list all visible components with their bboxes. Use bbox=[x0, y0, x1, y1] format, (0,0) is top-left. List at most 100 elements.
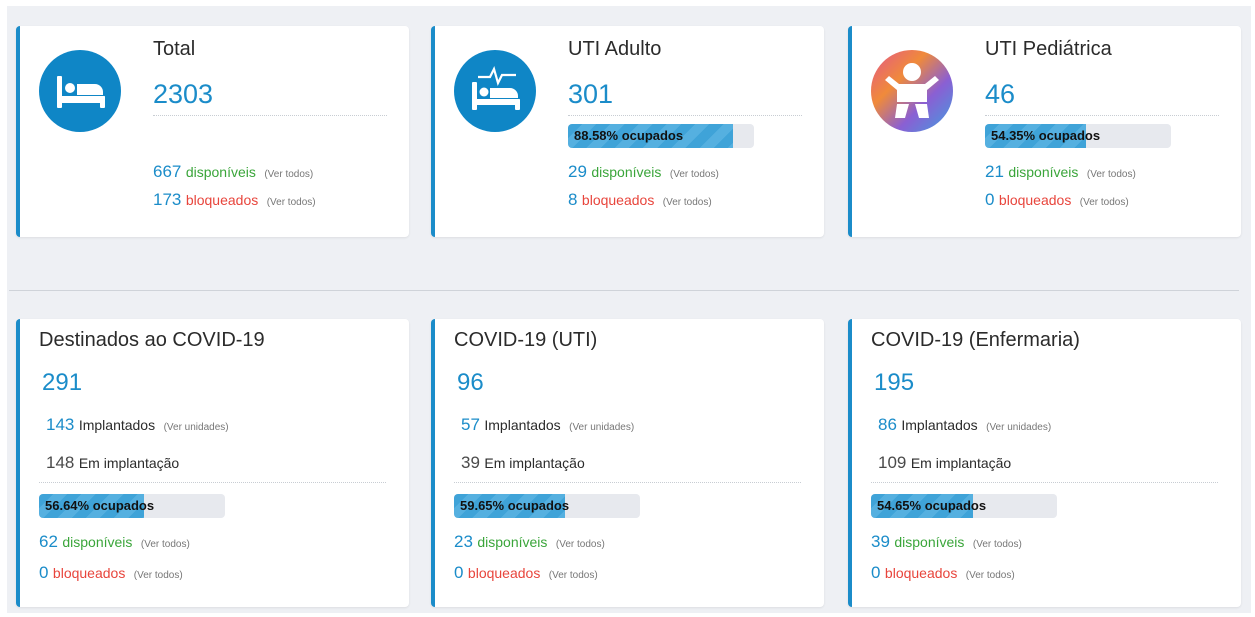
in-progress-count: 148 bbox=[46, 453, 75, 472]
divider bbox=[568, 115, 802, 116]
divider bbox=[871, 482, 1218, 483]
in-progress-label: Em implantação bbox=[910, 455, 1012, 471]
blocked-stat: 173 bloqueados (Ver todos) bbox=[153, 190, 316, 210]
blocked-label: bloqueados bbox=[998, 192, 1072, 208]
see-all-link[interactable]: (Ver todos) bbox=[134, 570, 183, 581]
implanted-stat: 57 Implantados (Ver unidades) bbox=[461, 415, 634, 435]
available-stat: 29 disponíveis (Ver todos) bbox=[568, 162, 719, 182]
blocked-count: 0 bbox=[871, 563, 881, 582]
see-units-link[interactable]: (Ver unidades) bbox=[986, 422, 1051, 433]
divider bbox=[985, 115, 1219, 116]
occupancy-label: 54.35% ocupados bbox=[991, 128, 1101, 143]
blocked-label: bloqueados bbox=[185, 192, 259, 208]
occupancy-label: 54.65% ocupados bbox=[877, 498, 987, 513]
implanted-stat: 86 Implantados (Ver unidades) bbox=[878, 415, 1051, 435]
card-uti-pediatrica: UTI Pediátrica 46 54.35% ocupados 21 dis… bbox=[848, 26, 1241, 237]
in-progress-stat: 109 Em implantação bbox=[878, 453, 1011, 473]
see-all-link[interactable]: (Ver todos) bbox=[670, 169, 719, 180]
blocked-label: bloqueados bbox=[581, 192, 655, 208]
available-count: 21 bbox=[985, 162, 1004, 181]
available-stat: 667 disponíveis (Ver todos) bbox=[153, 162, 313, 182]
available-label: disponíveis bbox=[62, 534, 133, 550]
card-title: UTI Pediátrica bbox=[985, 38, 1112, 60]
implanted-stat: 143 Implantados (Ver unidades) bbox=[46, 415, 229, 435]
card-title: COVID-19 (Enfermaria) bbox=[871, 329, 1080, 351]
blocked-stat: 0 bloqueados (Ver todos) bbox=[985, 190, 1129, 210]
card-covid-enfermaria: COVID-19 (Enfermaria) 195 86 Implantados… bbox=[848, 319, 1241, 607]
section-divider bbox=[9, 290, 1239, 291]
total-beds-count: 2303 bbox=[153, 79, 214, 109]
card-covid-total: Destinados ao COVID-19 291 143 Implantad… bbox=[16, 319, 409, 607]
see-all-link[interactable]: (Ver todos) bbox=[973, 539, 1022, 550]
implanted-label: Implantados bbox=[78, 417, 156, 433]
blocked-count: 0 bbox=[39, 563, 49, 582]
covid-total-count: 291 bbox=[42, 369, 83, 396]
covid-uti-count: 96 bbox=[457, 369, 484, 396]
occupancy-bar: 88.58% ocupados bbox=[568, 124, 754, 148]
implanted-count: 143 bbox=[46, 415, 75, 434]
blocked-stat: 0 bloqueados (Ver todos) bbox=[39, 563, 183, 583]
see-all-link[interactable]: (Ver todos) bbox=[663, 197, 712, 208]
occupancy-bar: 56.64% ocupados bbox=[39, 494, 225, 518]
in-progress-count: 39 bbox=[461, 453, 480, 472]
implanted-count: 86 bbox=[878, 415, 897, 434]
occupancy-label: 88.58% ocupados bbox=[574, 128, 684, 143]
available-stat: 21 disponíveis (Ver todos) bbox=[985, 162, 1136, 182]
see-units-link[interactable]: (Ver unidades) bbox=[569, 422, 634, 433]
blocked-stat: 0 bloqueados (Ver todos) bbox=[871, 563, 1015, 583]
see-all-link[interactable]: (Ver todos) bbox=[1087, 169, 1136, 180]
card-total: Total 2303 667 disponíveis (Ver todos) 1… bbox=[16, 26, 409, 237]
see-all-link[interactable]: (Ver todos) bbox=[1080, 197, 1129, 208]
blocked-label: bloqueados bbox=[884, 565, 958, 581]
card-uti-adulto: UTI Adulto 301 88.58% ocupados 29 dispon… bbox=[431, 26, 824, 237]
blocked-count: 0 bbox=[985, 190, 995, 209]
available-count: 667 bbox=[153, 162, 182, 181]
available-label: disponíveis bbox=[894, 534, 965, 550]
icu-bed-icon bbox=[454, 50, 536, 132]
available-label: disponíveis bbox=[477, 534, 548, 550]
blocked-count: 8 bbox=[568, 190, 578, 209]
see-all-link[interactable]: (Ver todos) bbox=[141, 539, 190, 550]
icu-pediatric-count: 46 bbox=[985, 79, 1016, 109]
card-covid-uti: COVID-19 (UTI) 96 57 Implantados (Ver un… bbox=[431, 319, 824, 607]
blocked-count: 173 bbox=[153, 190, 182, 209]
blocked-stat: 8 bloqueados (Ver todos) bbox=[568, 190, 712, 210]
available-stat: 62 disponíveis (Ver todos) bbox=[39, 532, 190, 552]
available-label: disponíveis bbox=[185, 164, 256, 180]
available-count: 39 bbox=[871, 532, 890, 551]
card-title: UTI Adulto bbox=[568, 38, 662, 60]
see-all-link[interactable]: (Ver todos) bbox=[264, 169, 313, 180]
divider bbox=[153, 115, 387, 116]
divider bbox=[454, 482, 801, 483]
in-progress-count: 109 bbox=[878, 453, 907, 472]
card-title: Destinados ao COVID-19 bbox=[39, 329, 265, 351]
in-progress-stat: 39 Em implantação bbox=[461, 453, 585, 473]
see-all-link[interactable]: (Ver todos) bbox=[966, 570, 1015, 581]
occupancy-bar: 59.65% ocupados bbox=[454, 494, 640, 518]
available-count: 62 bbox=[39, 532, 58, 551]
occupancy-bar: 54.35% ocupados bbox=[985, 124, 1171, 148]
card-title: Total bbox=[153, 38, 196, 60]
see-units-link[interactable]: (Ver unidades) bbox=[164, 422, 229, 433]
blocked-label: bloqueados bbox=[52, 565, 126, 581]
occupancy-label: 56.64% ocupados bbox=[45, 498, 155, 513]
blocked-stat: 0 bloqueados (Ver todos) bbox=[454, 563, 598, 583]
available-stat: 39 disponíveis (Ver todos) bbox=[871, 532, 1022, 552]
covid-ward-count: 195 bbox=[874, 369, 915, 396]
occupancy-bar: 54.65% ocupados bbox=[871, 494, 1057, 518]
baby-icon bbox=[871, 50, 953, 132]
available-stat: 23 disponíveis (Ver todos) bbox=[454, 532, 605, 552]
divider bbox=[39, 482, 386, 483]
in-progress-label: Em implantação bbox=[78, 455, 180, 471]
in-progress-stat: 148 Em implantação bbox=[46, 453, 179, 473]
blocked-count: 0 bbox=[454, 563, 464, 582]
card-title: COVID-19 (UTI) bbox=[454, 329, 598, 351]
see-all-link[interactable]: (Ver todos) bbox=[556, 539, 605, 550]
available-label: disponíveis bbox=[591, 164, 662, 180]
icu-adult-count: 301 bbox=[568, 79, 614, 109]
implanted-label: Implantados bbox=[484, 417, 561, 433]
see-all-link[interactable]: (Ver todos) bbox=[549, 570, 598, 581]
implanted-count: 57 bbox=[461, 415, 480, 434]
occupancy-label: 59.65% ocupados bbox=[460, 498, 570, 513]
see-all-link[interactable]: (Ver todos) bbox=[267, 197, 316, 208]
